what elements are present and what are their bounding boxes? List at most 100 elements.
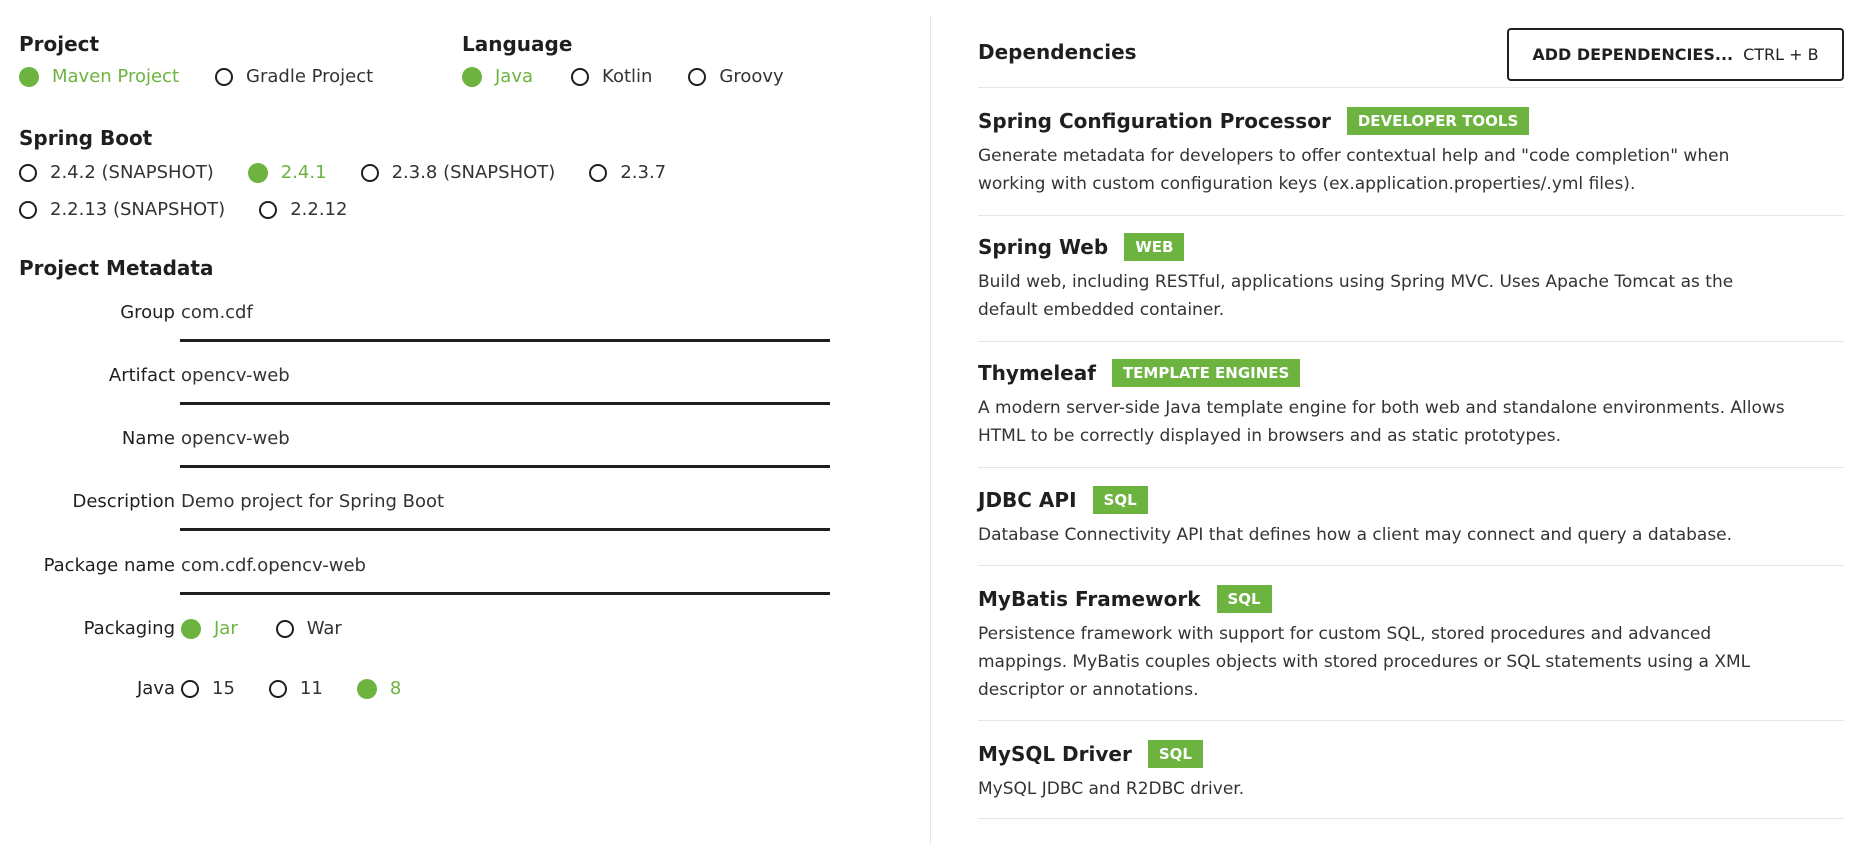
java-version-label: Java xyxy=(136,678,175,699)
dependency-name: MyBatis Framework xyxy=(978,587,1201,611)
dependency-item: Spring Configuration Processor DEVELOPER … xyxy=(978,106,1844,216)
dependency-name: JDBC API xyxy=(978,488,1077,512)
radio-kotlin[interactable]: Kotlin xyxy=(571,66,652,87)
dependencies-title: Dependencies xyxy=(978,40,1137,64)
group-label: Group xyxy=(120,302,175,323)
dependency-description: Generate metadata for developers to offe… xyxy=(978,146,1730,194)
radio-label: Jar xyxy=(214,618,238,639)
radio-label: Maven Project xyxy=(52,66,180,87)
radio-label: 2.4.2 (SNAPSHOT) xyxy=(50,162,214,183)
radio-dot xyxy=(19,200,37,219)
package-name-input[interactable] xyxy=(180,545,830,595)
radio-boot-2-3-8-snapshot[interactable]: 2.3.8 (SNAPSHOT) xyxy=(360,162,556,183)
radio-label: Java xyxy=(495,66,534,87)
dependency-badge: WEB xyxy=(1124,233,1185,261)
dependency-badge: SQL xyxy=(1147,740,1203,768)
radio-label: Kotlin xyxy=(602,66,653,87)
artifact-label: Artifact xyxy=(108,365,175,386)
package-name-label: Package name xyxy=(43,555,175,576)
radio-dot xyxy=(181,618,201,639)
dependency-badge: DEVELOPER TOOLS xyxy=(1346,107,1530,135)
add-dependencies-button[interactable]: ADD DEPENDENCIES... CTRL + B xyxy=(1507,28,1844,81)
dependency-item: Spring Web WEB Build web, including RESTf… xyxy=(978,232,1844,342)
dependency-description: A modern server-side Java template engin… xyxy=(978,398,1785,446)
group-row: Group xyxy=(19,292,830,342)
radio-boot-2-4-2-snapshot[interactable]: 2.4.2 (SNAPSHOT) xyxy=(19,162,214,183)
radio-dot xyxy=(268,679,287,698)
dependency-name: Spring Web xyxy=(978,235,1109,259)
radio-java-15[interactable]: 15 xyxy=(181,678,235,699)
name-input[interactable] xyxy=(180,418,830,468)
radio-dot xyxy=(259,200,278,219)
radio-dot xyxy=(19,163,37,182)
radio-maven-project[interactable]: Maven Project xyxy=(19,66,179,87)
radio-dot xyxy=(360,163,379,182)
group-input[interactable] xyxy=(180,292,830,342)
radio-label: 2.4.1 xyxy=(280,162,327,183)
description-input[interactable] xyxy=(180,481,830,531)
name-row: Name xyxy=(19,418,830,468)
packaging-label: Packaging xyxy=(83,618,175,639)
radio-dot xyxy=(19,66,39,87)
radio-dot xyxy=(589,163,608,182)
package-name-row: Package name xyxy=(19,545,830,595)
radio-label: 2.3.7 xyxy=(620,162,667,183)
radio-dot xyxy=(215,67,234,86)
add-dependencies-label: ADD DEPENDENCIES... xyxy=(1532,45,1734,64)
language-radio-group: Java Kotlin Groovy xyxy=(462,66,784,87)
radio-groovy[interactable]: Groovy xyxy=(688,66,784,87)
spring-boot-radio-group-row1: 2.4.2 (SNAPSHOT) 2.4.1 2.3.8 (SNAPSHOT) … xyxy=(19,162,666,183)
radio-label: Gradle Project xyxy=(246,66,374,87)
dependency-badge: TEMPLATE ENGINES xyxy=(1111,359,1301,387)
left-panel: Project Maven Project Gradle Project Lan… xyxy=(19,0,919,845)
radio-java-8[interactable]: 8 xyxy=(356,678,402,699)
spring-boot-title: Spring Boot xyxy=(19,126,153,150)
radio-java[interactable]: Java xyxy=(462,66,533,87)
radio-boot-2-4-1[interactable]: 2.4.1 xyxy=(247,162,327,183)
radio-dot xyxy=(462,66,482,87)
radio-label: Groovy xyxy=(719,66,784,87)
radio-java-11[interactable]: 11 xyxy=(268,678,323,699)
radio-boot-2-2-12[interactable]: 2.2.12 xyxy=(259,199,347,220)
description-row: Description xyxy=(19,481,830,531)
spring-boot-radio-group-row2: 2.2.13 (SNAPSHOT) 2.2.12 xyxy=(19,199,347,220)
dependencies-panel: Dependencies ADD DEPENDENCIES... CTRL + … xyxy=(978,0,1844,845)
dependency-description: MySQL JDBC and R2DBC driver. xyxy=(978,779,1245,799)
radio-dot xyxy=(247,162,268,183)
radio-dot xyxy=(356,678,377,699)
radio-dot xyxy=(275,619,294,638)
dependency-name: Thymeleaf xyxy=(978,361,1096,385)
artifact-row: Artifact xyxy=(19,355,830,405)
radio-label: 8 xyxy=(389,678,402,699)
dependency-name: MySQL Driver xyxy=(978,742,1132,766)
radio-label: 11 xyxy=(299,678,323,699)
name-label: Name xyxy=(121,428,175,449)
radio-gradle-project[interactable]: Gradle Project xyxy=(215,66,373,87)
packaging-radio-group: Jar War xyxy=(181,618,342,639)
radio-label: War xyxy=(306,618,342,639)
dependency-description: Build web, including RESTful, applicatio… xyxy=(978,272,1734,320)
radio-jar[interactable]: Jar xyxy=(181,618,238,639)
dependency-item: MyBatis Framework SQL Persistence framewo… xyxy=(978,584,1844,721)
dependency-badge: SQL xyxy=(1216,585,1272,613)
dependencies-header: Dependencies ADD DEPENDENCIES... CTRL + … xyxy=(978,0,1844,88)
dependency-description: Persistence framework with support for c… xyxy=(978,624,1751,700)
radio-war[interactable]: War xyxy=(275,618,342,639)
java-version-row: Java 15 11 8 xyxy=(19,676,829,726)
packaging-row: Packaging Jar War xyxy=(19,616,829,666)
project-radio-group: Maven Project Gradle Project xyxy=(19,66,373,87)
radio-label: 2.2.13 (SNAPSHOT) xyxy=(50,199,226,220)
dependency-item: Thymeleaf TEMPLATE ENGINES A modern serve… xyxy=(978,358,1844,468)
add-dependencies-shortcut: CTRL + B xyxy=(1743,45,1819,64)
language-title: Language xyxy=(462,32,573,56)
description-label: Description xyxy=(72,491,175,512)
radio-label: 15 xyxy=(212,678,235,699)
dependency-item: JDBC API SQL Database Connectivity API th… xyxy=(978,485,1844,566)
dependency-badge: SQL xyxy=(1092,486,1148,514)
dependency-name: Spring Configuration Processor xyxy=(978,109,1331,133)
artifact-input[interactable] xyxy=(180,355,830,405)
radio-boot-2-2-13-snapshot[interactable]: 2.2.13 (SNAPSHOT) xyxy=(19,199,225,220)
radio-label: 2.3.8 (SNAPSHOT) xyxy=(391,162,556,183)
radio-boot-2-3-7[interactable]: 2.3.7 xyxy=(589,162,666,183)
dependency-item: MySQL Driver SQL MySQL JDBC and R2DBC dri… xyxy=(978,739,1844,819)
